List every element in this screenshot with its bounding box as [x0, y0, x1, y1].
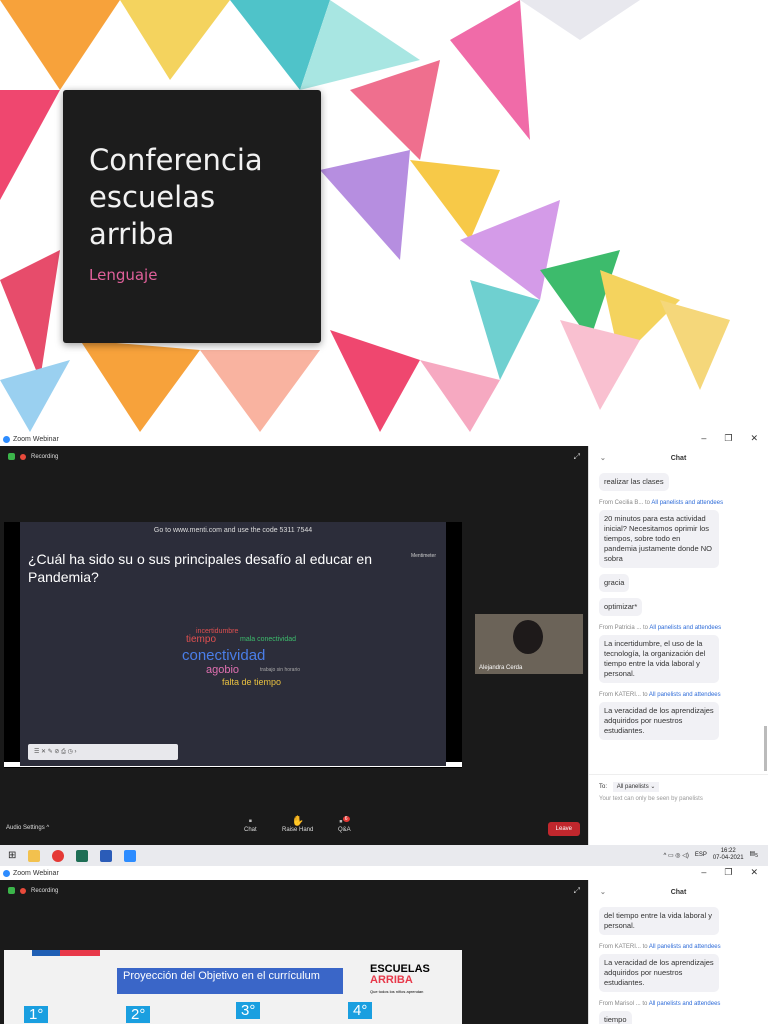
- app-icon[interactable]: [76, 849, 89, 862]
- chat-message: 20 minutos para esta actividad inicial? …: [599, 510, 719, 568]
- clock-date: 07-04-2021: [712, 855, 744, 861]
- participant-name: Alejandra Cerda: [479, 665, 523, 671]
- cloud-word: agobio: [206, 664, 240, 676]
- title-slide: Conferencia escuelas arriba Lenguaje: [0, 0, 768, 432]
- menti-question: ¿Cuál ha sido su o sus principales desaf…: [28, 551, 372, 585]
- recording-dot-icon: [20, 453, 26, 460]
- zoom-logo-icon: [3, 869, 10, 877]
- tray-icons: ^ ▭ ◎ ◁): [663, 852, 689, 859]
- mentimeter-slide: Go to www.menti.com and use the code 531…: [20, 522, 446, 766]
- title-bar: Zoom Webinar – ❐ ✕: [0, 866, 768, 880]
- title-card: Conferencia escuelas arriba Lenguaje: [63, 90, 321, 343]
- chat-sender: From KATERI... to All panelists and atte…: [599, 944, 721, 950]
- menti-code: Go to www.menti.com and use the code 531…: [153, 527, 313, 534]
- grade-badge: 4°: [348, 1002, 373, 1019]
- shield-icon: [8, 887, 15, 894]
- leave-button[interactable]: Leave: [547, 822, 580, 836]
- title-bar: Zoom Webinar – ❐ ✕: [0, 432, 768, 446]
- slide-subtitle: Lenguaje: [89, 266, 158, 284]
- clock-time: 16:22: [720, 848, 736, 854]
- chat-panel: ⌄ Chat del tiempo entre la vida laboral y…: [588, 880, 768, 1024]
- grade-badge: 3°: [236, 1002, 261, 1019]
- chat-sender: From Patricia ... to All panelists and a…: [599, 625, 722, 631]
- to-label: To:: [599, 784, 608, 790]
- collapse-icon[interactable]: ⌄: [600, 454, 606, 462]
- audio-settings-button[interactable]: Audio Settings ^: [6, 825, 49, 831]
- raise-hand-button[interactable]: ✋ Raise Hand: [282, 816, 313, 833]
- qa-button[interactable]: ▪ 6 Q&A: [338, 816, 351, 833]
- chat-panel: ⌄ Chat realizar las clases From Cecilia B…: [588, 446, 768, 845]
- cloud-word: tiempo: [186, 634, 217, 645]
- recording-label: Recording: [31, 453, 59, 460]
- chat-message: La incertidumbre, el uso de la tecnologí…: [599, 635, 719, 683]
- grade-badge: 1°: [24, 1006, 49, 1023]
- zoom-logo-icon: [3, 435, 10, 443]
- escuelas-arriba-logo: ESCUELAS ARRIBA Que todos los niños aprend…: [370, 963, 430, 995]
- chat-note: Your text can only be seen by panelists: [599, 796, 703, 802]
- close-button[interactable]: ✕: [750, 867, 758, 878]
- word-icon[interactable]: [100, 849, 113, 862]
- maximize-button[interactable]: ❐: [724, 433, 732, 444]
- recipient-select[interactable]: All panelists ⌄: [612, 782, 660, 792]
- video-stage: Recording ⤢ Go to www.menti.com and use …: [0, 446, 588, 845]
- chat-message: del tiempo entre la vida laboral y perso…: [599, 907, 719, 935]
- slide-title: Conferencia escuelas arriba: [89, 143, 263, 251]
- chat-title: Chat: [670, 454, 687, 462]
- notification-icon[interactable]: ▤5: [750, 850, 758, 859]
- chat-sender: From KATERI... to All panelists and atte…: [599, 692, 721, 698]
- slide2-title: Proyección del Objetivo en el currículum: [117, 968, 343, 994]
- windows-taskbar: ⊞ ^ ▭ ◎ ◁) ESP 16:22 07-04-2021 ▤5: [0, 845, 768, 866]
- file-explorer-icon[interactable]: [28, 849, 41, 862]
- chat-sender: From Marisol ... to All panelists and at…: [599, 1001, 721, 1007]
- chrome-icon[interactable]: [52, 849, 65, 862]
- expand-icon[interactable]: ⤢: [574, 886, 580, 896]
- app-title: Zoom Webinar: [13, 869, 59, 877]
- grade-badge: 2°: [126, 1006, 151, 1023]
- collapse-icon[interactable]: ⌄: [600, 888, 606, 896]
- menti-logo: Mentimeter: [410, 553, 436, 559]
- chat-message: optimizar*: [599, 598, 643, 616]
- language-indicator: ESP: [694, 852, 707, 858]
- cloud-word: mala conectividad: [240, 636, 297, 643]
- chat-message: La veracidad de los aprendizajes adquiri…: [599, 702, 719, 740]
- chat-message: La veracidad de los aprendizajes adquiri…: [599, 954, 719, 992]
- participant-video: Alejandra Cerda: [475, 614, 583, 674]
- cloud-word: conectividad: [182, 647, 266, 664]
- zoom-taskbar-icon[interactable]: [124, 849, 137, 862]
- video-stage: Recording ⤢ Proyección del Objetivo en e…: [0, 880, 588, 1024]
- recording-label: Recording: [31, 887, 59, 894]
- chat-message: realizar las clases: [599, 473, 669, 491]
- maximize-button[interactable]: ❐: [724, 867, 732, 878]
- zoom-window-2: Zoom Webinar – ❐ ✕ Recording ⤢ Proyección …: [0, 866, 768, 1024]
- qa-icon: ▪ 6: [339, 816, 350, 828]
- windows-start-icon[interactable]: ⊞: [8, 850, 16, 861]
- close-button[interactable]: ✕: [750, 433, 758, 444]
- curriculum-slide: Proyección del Objetivo en el currículum…: [4, 950, 462, 1024]
- chat-title: Chat: [670, 888, 687, 896]
- minimize-button[interactable]: –: [701, 433, 706, 444]
- minimize-button[interactable]: –: [701, 867, 706, 878]
- chat-scrollbar[interactable]: [764, 726, 767, 771]
- cloud-word: falta de tiempo: [222, 677, 282, 687]
- chat-message: tiempo: [599, 1011, 632, 1024]
- zoom-window-1: Zoom Webinar – ❐ ✕ Recording ⤢ Go to www.m…: [0, 432, 768, 845]
- hand-icon: ✋: [291, 816, 304, 827]
- chat-icon: ▪: [248, 816, 253, 827]
- chat-button[interactable]: ▪ Chat: [244, 816, 257, 833]
- cloud-word: trabajo sin horario: [260, 667, 301, 673]
- shield-icon: [8, 453, 15, 460]
- qa-badge: 6: [342, 816, 350, 822]
- recording-dot-icon: [20, 887, 26, 894]
- system-tray: ^ ▭ ◎ ◁) ESP 16:22 07-04-2021 ▤5: [663, 848, 758, 862]
- chat-sender: From Cecilia B... to All panelists and a…: [599, 500, 724, 506]
- cloud-word: incertidumbre: [196, 628, 239, 635]
- chat-message: gracia: [599, 574, 630, 592]
- expand-icon[interactable]: ⤢: [574, 452, 580, 462]
- presentation-toolbar[interactable]: ☰ ✕ ✎ ⊘ ⎙ ◷ ›: [28, 744, 178, 760]
- app-title: Zoom Webinar: [13, 435, 59, 443]
